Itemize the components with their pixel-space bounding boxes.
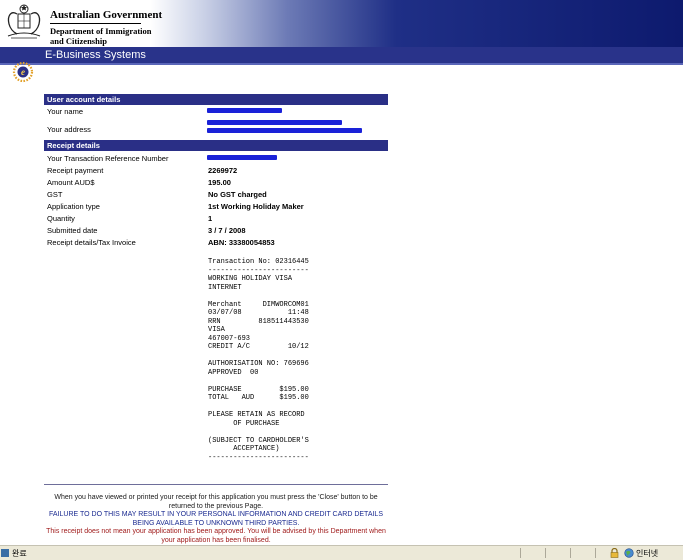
privacy-warning: FAILURE TO DO THIS MAY RESULT IN YOUR PE… xyxy=(49,511,383,527)
status-separator xyxy=(595,548,596,558)
receipt-row: Submitted date 3 / 7 / 2008 xyxy=(44,224,388,236)
receipt-row: Receipt details/Tax Invoice ABN: 3338005… xyxy=(44,236,388,248)
government-header: Australian Government Department of Immi… xyxy=(0,0,683,47)
receipt-row-label: Submitted date xyxy=(47,226,98,235)
lock-icon[interactable] xyxy=(610,548,619,558)
browser-status-bar: 완료 인터넷 xyxy=(0,545,683,560)
status-separator xyxy=(520,548,521,558)
footer-divider xyxy=(44,484,388,485)
receipt-row-value: ABN: 33380054853 xyxy=(208,238,275,247)
redacted-name xyxy=(207,108,282,113)
close-instruction: When you have viewed or printed your rec… xyxy=(54,494,378,510)
government-name: Australian Government xyxy=(50,9,163,21)
internet-zone-icon[interactable] xyxy=(624,548,634,558)
receipt-row-label: Your Transaction Reference Number xyxy=(47,154,169,163)
name-label: Your name xyxy=(47,107,83,116)
receipt-row-value: 2269972 xyxy=(208,166,238,175)
receipt-row: GST No GST charged xyxy=(44,188,388,200)
receipt-row-value: 3 / 7 / 2008 xyxy=(208,226,246,235)
page-icon xyxy=(1,549,9,557)
status-separator xyxy=(545,548,546,558)
receipt-row: Quantity 1 xyxy=(44,212,388,224)
receipt-row: Receipt payment 2269972 xyxy=(44,164,388,176)
address-row: Your address xyxy=(44,117,388,137)
government-title: Australian Government Department of Immi… xyxy=(50,9,162,46)
receipt-row-label: Quantity xyxy=(47,214,75,223)
status-separator xyxy=(570,548,571,558)
receipt-row-value: 1st Working Holiday Maker xyxy=(208,202,304,211)
receipt-section: Receipt details Your Transaction Referen… xyxy=(44,140,388,248)
receipt-header: Receipt details xyxy=(44,140,388,151)
coat-of-arms-icon xyxy=(7,4,41,39)
system-title: E-Business Systems xyxy=(45,49,146,61)
close-notice: When you have viewed or printed your rec… xyxy=(44,494,388,545)
approval-disclaimer: This receipt does not mean your applicat… xyxy=(46,528,386,544)
e-business-logo-icon: e xyxy=(12,61,34,83)
redacted-reference-number xyxy=(207,155,277,160)
receipt-row-value: 195.00 xyxy=(208,178,231,187)
user-account-header: User account details xyxy=(44,94,388,105)
receipt-row: Your Transaction Reference Number xyxy=(44,152,388,164)
tax-invoice-text: Transaction No: 02316445 ---------------… xyxy=(208,258,309,462)
receipt-row-label: Application type xyxy=(47,202,100,211)
department-name-line1: Department of Immigration xyxy=(50,26,152,36)
receipt-row-label: Receipt payment xyxy=(47,166,104,175)
receipt-row-value: 1 xyxy=(208,214,213,223)
svg-text:e: e xyxy=(21,67,25,77)
receipt-row-value: No GST charged xyxy=(208,190,267,199)
title-divider xyxy=(50,23,141,24)
name-row: Your name xyxy=(44,105,388,117)
address-label: Your address xyxy=(47,125,91,134)
receipt-row: Amount AUD$ 195.00 xyxy=(44,176,388,188)
status-text: 완료 xyxy=(12,549,27,558)
security-zone-label: 인터넷 xyxy=(636,549,659,558)
receipt-row-label: Amount AUD$ xyxy=(47,178,95,187)
receipt-row-label: Receipt details/Tax Invoice xyxy=(47,238,136,247)
receipt-row-label: GST xyxy=(47,190,63,199)
redacted-address-line2 xyxy=(207,128,362,133)
system-title-bar: E-Business Systems xyxy=(0,47,683,65)
user-account-section: User account details Your name Your addr… xyxy=(44,94,388,137)
receipt-row: Application type 1st Working Holiday Mak… xyxy=(44,200,388,212)
redacted-address-line1 xyxy=(207,120,342,125)
department-name-line2: and Citizenship xyxy=(50,36,107,46)
